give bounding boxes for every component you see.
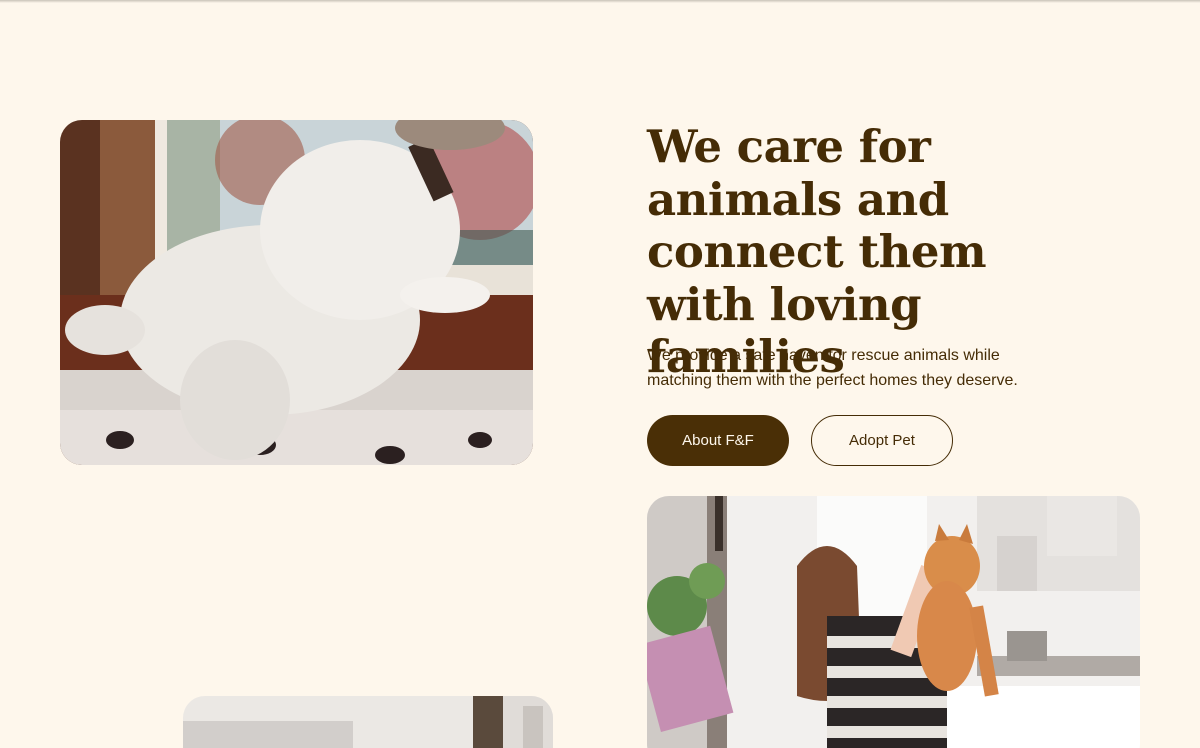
dog-photo — [60, 120, 533, 465]
woman-with-cat-photo — [647, 496, 1140, 748]
adopt-pet-button[interactable]: Adopt Pet — [811, 415, 953, 466]
about-button[interactable]: About F&F — [647, 415, 789, 466]
header-shadow — [0, 0, 1200, 3]
page: We care for animals and connect them wit… — [0, 0, 1200, 748]
hero-description: We provide a safe haven for rescue anima… — [647, 347, 1018, 389]
third-photo — [183, 696, 553, 748]
